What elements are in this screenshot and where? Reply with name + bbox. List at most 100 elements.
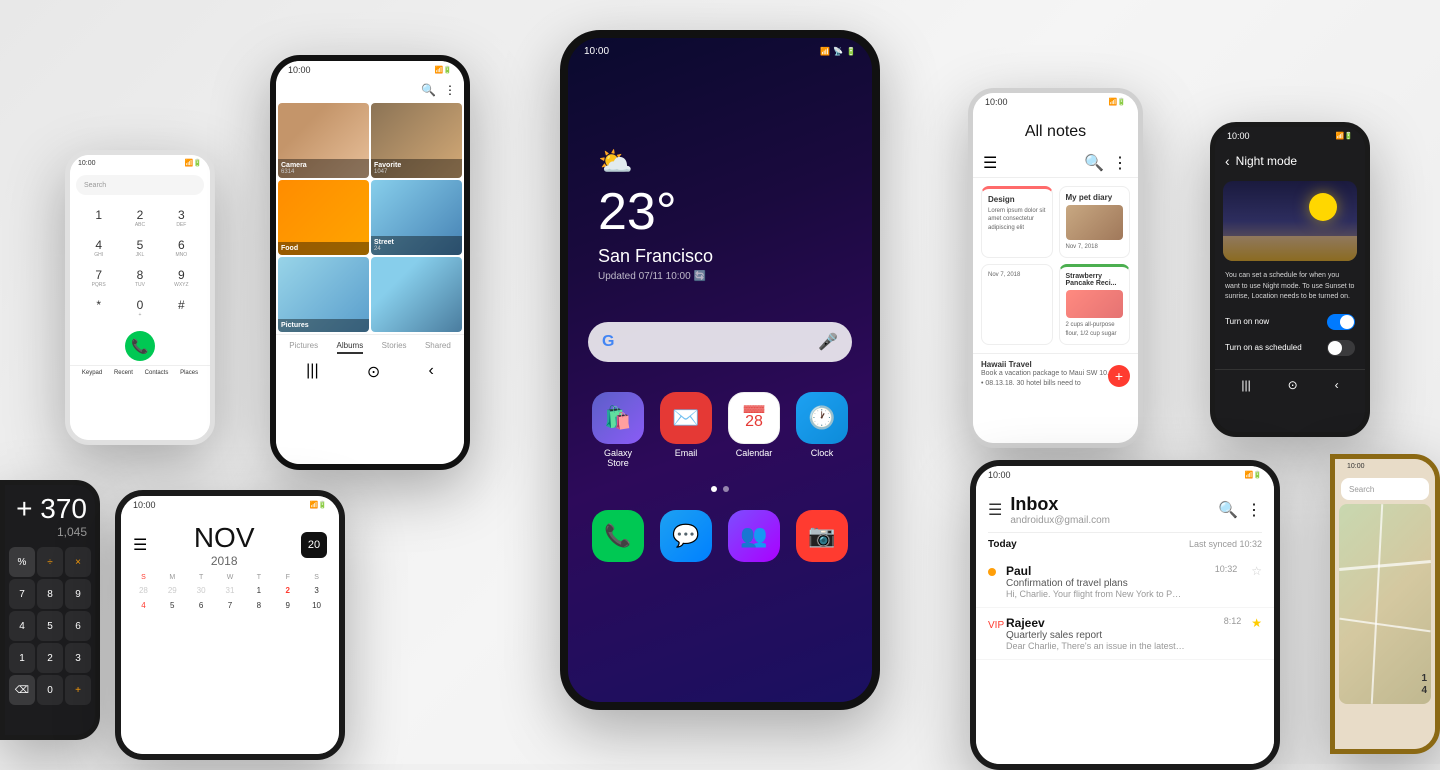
email-star-rajeev[interactable]: ★: [1251, 616, 1262, 630]
calc-8[interactable]: 8: [37, 579, 63, 609]
calc-plus[interactable]: +: [65, 675, 91, 705]
calc-9[interactable]: 9: [65, 579, 91, 609]
cal-9[interactable]: 9: [273, 598, 302, 613]
tab-albums[interactable]: Albums: [337, 341, 364, 354]
call-button[interactable]: 📞: [125, 331, 155, 361]
cal-31[interactable]: 31: [216, 583, 245, 598]
app-messages[interactable]: 💬: [656, 510, 716, 562]
key-2[interactable]: 2ABC: [121, 205, 158, 231]
key-0[interactable]: 0+: [121, 295, 158, 321]
cal-4[interactable]: 4: [129, 598, 158, 613]
key-7[interactable]: 7PQRS: [80, 265, 117, 291]
gallery-thumb-camera[interactable]: Camera 6314: [278, 103, 369, 178]
nav-back[interactable]: |||: [306, 362, 318, 382]
nav-recent[interactable]: ‹: [429, 362, 434, 382]
notes-search-icon[interactable]: 🔍: [1084, 153, 1104, 173]
gallery-thumb-favorite[interactable]: Favorite 1047: [371, 103, 462, 178]
calc-0[interactable]: 0: [37, 675, 63, 705]
nav-contacts[interactable]: Contacts: [145, 370, 169, 376]
app-galaxy-store[interactable]: 🛍️ GalaxyStore: [588, 392, 648, 468]
calc-multiply[interactable]: ×: [65, 547, 91, 577]
toggle2[interactable]: [1327, 340, 1355, 356]
map-view[interactable]: 1 4: [1339, 504, 1431, 704]
note-pancake[interactable]: Strawberry Pancake Reci... 2 cups all-pu…: [1059, 264, 1131, 345]
cal-6[interactable]: 6: [187, 598, 216, 613]
key-1[interactable]: 1: [80, 205, 117, 231]
night-nav-back[interactable]: |||: [1241, 378, 1250, 392]
key-star[interactable]: *: [80, 295, 117, 321]
email-star-paul[interactable]: ☆: [1251, 564, 1262, 578]
calc-7[interactable]: 7: [9, 579, 35, 609]
key-3[interactable]: 3DEF: [163, 205, 200, 231]
key-8[interactable]: 8TUV: [121, 265, 158, 291]
app-camera[interactable]: 📷: [792, 510, 852, 562]
google-search-bar[interactable]: G 🎤: [588, 322, 852, 362]
notes-more-icon[interactable]: ⋮: [1112, 153, 1128, 173]
calc-3[interactable]: 3: [65, 643, 91, 673]
cal-29[interactable]: 29: [158, 583, 187, 598]
cal-7[interactable]: 7: [216, 598, 245, 613]
calc-6[interactable]: 6: [65, 611, 91, 641]
email-item-paul[interactable]: Paul 10:32 Confirmation of travel plans …: [976, 556, 1274, 608]
key-4[interactable]: 4GHI: [80, 235, 117, 261]
calc-percent[interactable]: %: [9, 547, 35, 577]
tab-pictures[interactable]: Pictures: [289, 341, 318, 354]
calc-1[interactable]: 1: [9, 643, 35, 673]
cal-8[interactable]: 8: [244, 598, 273, 613]
email-item-rajeev[interactable]: VIP Rajeev 8:12 Quarterly sales report D…: [976, 608, 1274, 660]
tab-stories[interactable]: Stories: [382, 341, 407, 354]
nav-places[interactable]: Places: [180, 370, 198, 376]
note-design[interactable]: Design Lorem ipsum dolor sit amet consec…: [981, 186, 1053, 258]
app-email[interactable]: ✉️ Email: [656, 392, 716, 468]
gallery-thumb-pictures[interactable]: Pictures: [278, 257, 369, 332]
calc-2[interactable]: 2: [37, 643, 63, 673]
hawaii-note[interactable]: Hawaii Travel Book a vacation package to…: [973, 353, 1138, 395]
gallery-thumb-street[interactable]: Street 24: [371, 180, 462, 255]
email-more-icon[interactable]: ⋮: [1246, 500, 1262, 520]
night-nav-recent[interactable]: ‹: [1335, 378, 1339, 392]
calc-divide[interactable]: ÷: [37, 547, 63, 577]
cal-3[interactable]: 3: [302, 583, 331, 598]
cal-30[interactable]: 30: [187, 583, 216, 598]
cal-28[interactable]: 28: [129, 583, 158, 598]
cal-10[interactable]: 10: [302, 598, 331, 613]
email-menu-icon[interactable]: ☰: [988, 500, 1002, 520]
app-phone[interactable]: 📞: [588, 510, 648, 562]
map-search-bar[interactable]: Search: [1341, 478, 1429, 500]
cal-mon: M: [158, 572, 187, 583]
signal-icon: 📡: [833, 47, 843, 56]
night-back-button[interactable]: ‹: [1225, 153, 1230, 169]
key-6[interactable]: 6MNO: [163, 235, 200, 261]
nav-keypad[interactable]: Keypad: [82, 370, 102, 376]
key-hash[interactable]: #: [163, 295, 200, 321]
cal-5[interactable]: 5: [158, 598, 187, 613]
notes-menu-icon[interactable]: ☰: [983, 153, 997, 173]
nav-home[interactable]: ⊙: [367, 362, 380, 382]
app-calendar[interactable]: ▓▓▓▓ 28 Calendar: [724, 392, 784, 468]
cal-2[interactable]: 2: [273, 583, 302, 598]
search-icon[interactable]: 🔍: [421, 83, 436, 97]
calc-del[interactable]: ⌫: [9, 675, 35, 705]
key-5[interactable]: 5JKL: [121, 235, 158, 261]
mic-icon[interactable]: 🎤: [818, 332, 838, 352]
night-nav-home[interactable]: ⊙: [1288, 378, 1298, 392]
add-note-button[interactable]: +: [1108, 365, 1130, 387]
note-date[interactable]: Nov 7, 2018: [981, 264, 1053, 345]
app-clock[interactable]: 🕐 Clock: [792, 392, 852, 468]
cal-menu-icon[interactable]: ☰: [133, 535, 147, 555]
note-petdiary[interactable]: My pet diary Nov 7, 2018: [1059, 186, 1131, 258]
nav-recent[interactable]: Recent: [114, 370, 133, 376]
calc-4[interactable]: 4: [9, 611, 35, 641]
dialer-search[interactable]: Search: [76, 175, 204, 195]
tab-shared[interactable]: Shared: [425, 341, 451, 354]
toggle1[interactable]: [1327, 314, 1355, 330]
gallery-thumb-food[interactable]: Food: [278, 180, 369, 255]
more-icon[interactable]: ⋮: [444, 83, 456, 97]
app-social[interactable]: 👥: [724, 510, 784, 562]
key-9[interactable]: 9WXYZ: [163, 265, 200, 291]
email-search-icon[interactable]: 🔍: [1218, 500, 1238, 520]
cal-1[interactable]: 1: [244, 583, 273, 598]
gallery-thumb-extra[interactable]: [371, 257, 462, 332]
cal-today-badge[interactable]: 20: [301, 532, 327, 558]
calc-5[interactable]: 5: [37, 611, 63, 641]
